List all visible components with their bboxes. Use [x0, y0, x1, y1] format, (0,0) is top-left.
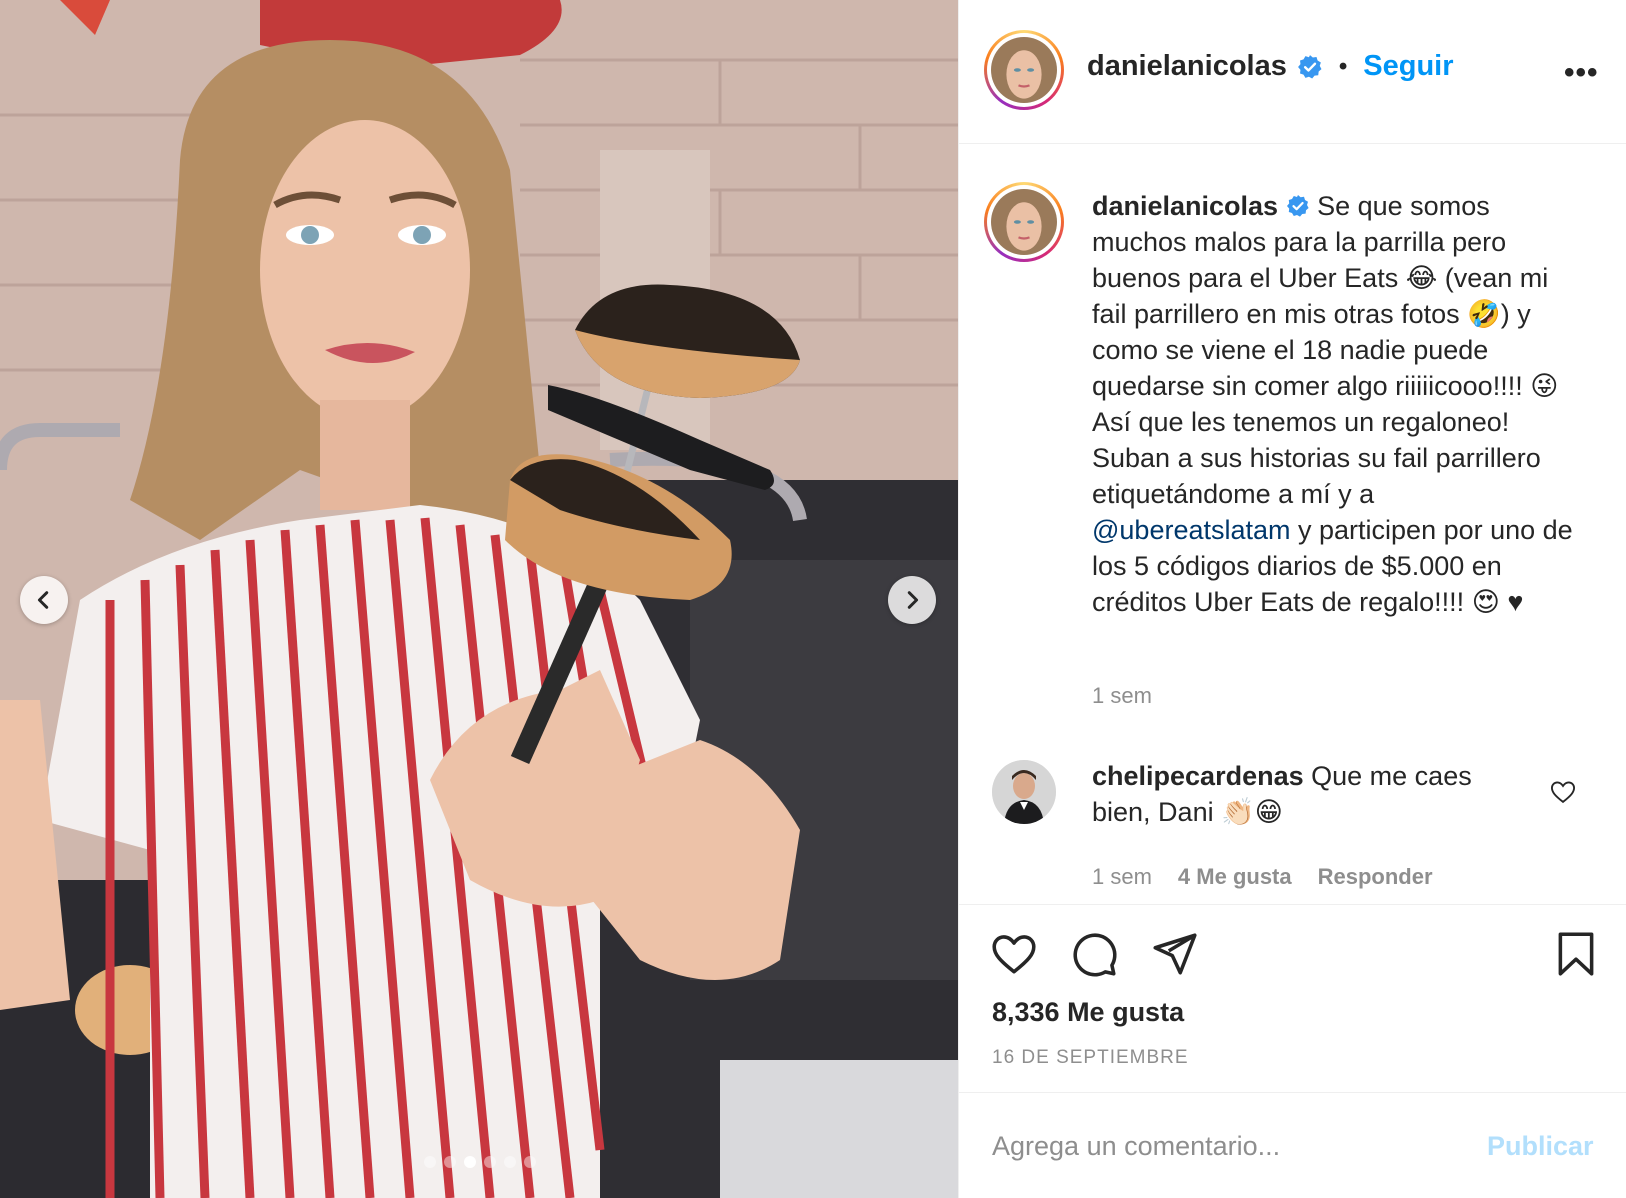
post-details-panel: danielanicolas • Seguir ••• danielanicol…	[958, 0, 1626, 1198]
paper-plane-icon[interactable]	[1149, 929, 1199, 979]
chevron-right-icon	[907, 591, 919, 609]
publish-button[interactable]: Publicar	[1487, 1131, 1594, 1162]
comment-meta: 1 sem 4 Me gusta Responder	[1092, 864, 1433, 890]
caption-author-avatar-image	[991, 189, 1057, 255]
more-options-button[interactable]: •••	[1564, 56, 1599, 90]
follow-button[interactable]: Seguir	[1363, 50, 1453, 83]
carousel-dot	[424, 1156, 436, 1168]
comment-bubble-icon[interactable]	[1069, 929, 1119, 979]
carousel-dot	[484, 1156, 496, 1168]
bookmark-icon[interactable]	[1551, 929, 1601, 979]
carousel-dot	[524, 1156, 536, 1168]
comment-composer: Publicar	[959, 1092, 1626, 1198]
post-photo[interactable]	[0, 0, 958, 1198]
post-date[interactable]: 16 DE SEPTIEMBRE	[992, 1047, 1189, 1069]
author-avatar-image	[991, 37, 1057, 103]
verified-badge-icon	[1286, 195, 1309, 217]
chevron-left-icon	[37, 591, 49, 609]
post-actions: 8,336 Me gusta 16 DE SEPTIEMBRE	[959, 904, 1626, 1092]
likes-count[interactable]: 8,336 Me gusta	[992, 997, 1184, 1028]
comment-heart-icon[interactable]	[1549, 778, 1577, 806]
caption-author-avatar[interactable]	[984, 182, 1064, 262]
commenter-avatar[interactable]	[992, 760, 1056, 824]
caption-text: danielanicolas Se que somos muchos malos…	[1092, 188, 1582, 620]
carousel-dot	[444, 1156, 456, 1168]
caption-username[interactable]: danielanicolas	[1092, 191, 1278, 221]
carousel-indicator	[424, 1156, 536, 1168]
post-photo-illustration	[0, 0, 958, 1198]
carousel-dot	[504, 1156, 516, 1168]
comment-input[interactable]	[992, 1121, 1452, 1171]
comment-timestamp[interactable]: 1 sem	[1092, 864, 1152, 890]
caption-body: Se que somos muchos malos para la parril…	[1092, 191, 1559, 509]
carousel-dot	[464, 1156, 476, 1168]
separator-dot: •	[1338, 52, 1348, 80]
post-header: danielanicolas • Seguir •••	[959, 0, 1626, 144]
comment-likes[interactable]: 4 Me gusta	[1178, 864, 1292, 890]
commenter-username[interactable]: chelipecardenas	[1092, 761, 1304, 791]
verified-badge-icon	[1297, 54, 1322, 78]
mention-link[interactable]: @ubereatslatam	[1092, 515, 1291, 545]
caption-timestamp[interactable]: 1 sem	[1092, 683, 1152, 709]
commenter-avatar-image	[992, 760, 1056, 824]
heart-icon[interactable]	[989, 929, 1039, 979]
previous-photo-button[interactable]	[20, 576, 68, 624]
author-username[interactable]: danielanicolas	[1087, 50, 1287, 83]
comment-text: chelipecardenas Que me caes bien, Dani 👏…	[1092, 758, 1532, 830]
reply-button[interactable]: Responder	[1318, 864, 1433, 890]
next-photo-button[interactable]	[888, 576, 936, 624]
author-avatar[interactable]	[984, 30, 1064, 110]
